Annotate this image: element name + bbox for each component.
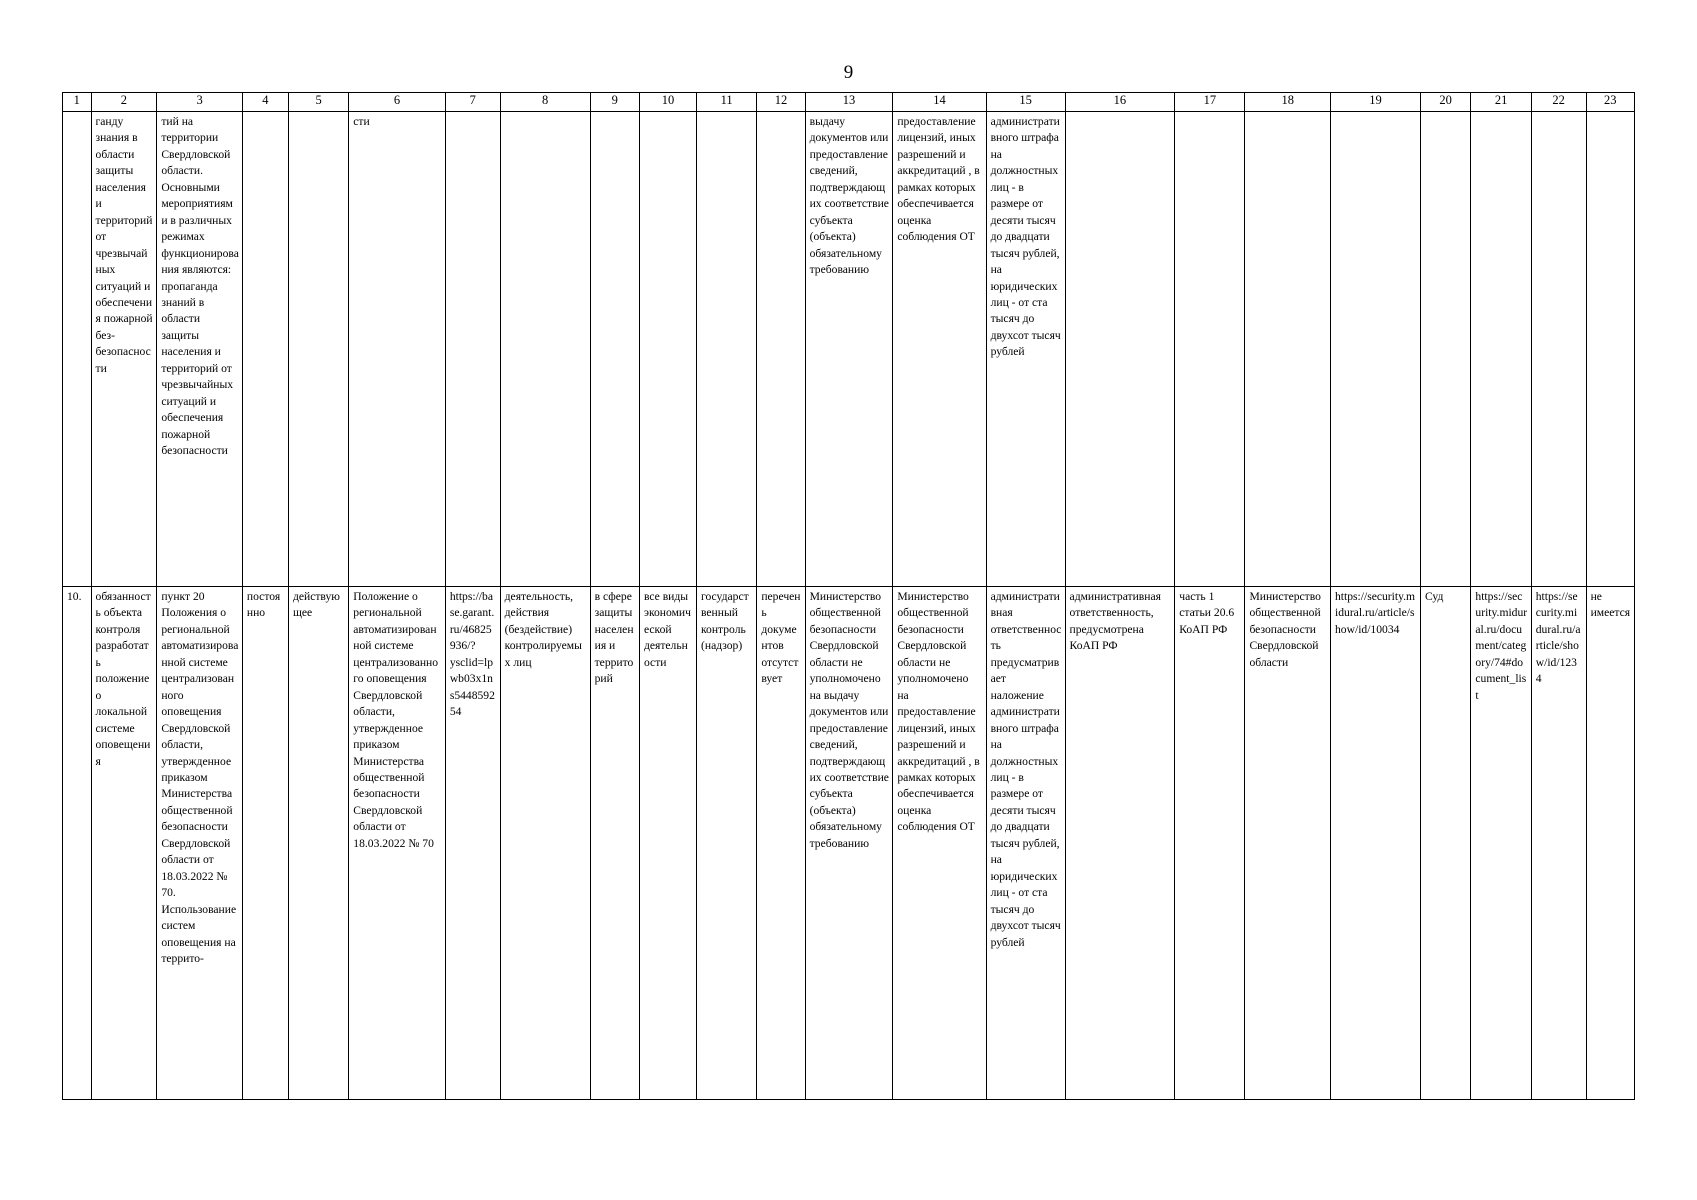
cell-col-1: 10. [62,586,92,1100]
col-header-15: 15 [985,92,1066,112]
cell-col-19 [1330,111,1421,587]
col-header-12: 12 [756,92,806,112]
cell-col-1 [62,111,92,587]
document-page: 9 1 2 3 4 5 6 7 8 9 10 11 12 13 14 15 16… [0,0,1697,1200]
regulatory-table-container: 1 2 3 4 5 6 7 8 9 10 11 12 13 14 15 16 1 [62,92,1636,1100]
table-header-row: 1 2 3 4 5 6 7 8 9 10 11 12 13 14 15 16 1 [62,92,1636,112]
table-row: ганду знания в области защиты населения … [62,111,1636,587]
col-header-9: 9 [589,92,640,112]
cell-col-5: действующее [287,586,350,1100]
cell-col-12 [756,111,806,587]
cell-col-14: предоставление лицензий, иных разрешений… [892,111,987,587]
col-header-4: 4 [241,92,289,112]
table-row: 10. обязанность объекта контроля разрабо… [62,586,1636,1100]
cell-col-3: пункт 20 Положения о региональной автома… [156,586,243,1100]
cell-col-10: все виды экономической деятельности [638,586,698,1100]
cell-col-19: https://security.midural.ru/article/show… [1330,586,1421,1100]
col-header-23: 23 [1585,92,1636,112]
cell-col-21: https://security.midural.ru/document/cat… [1470,586,1532,1100]
cell-col-4: постоянно [241,586,289,1100]
cell-col-9 [589,111,640,587]
cell-col-5 [287,111,350,587]
cell-col-23 [1585,111,1636,587]
col-header-6: 6 [348,92,446,112]
cell-col-6: Положение о региональной автоматизирован… [348,586,446,1100]
col-header-18: 18 [1244,92,1331,112]
col-header-17: 17 [1174,92,1246,112]
cell-col-13: Министерство общественной безопасности С… [804,586,894,1100]
cell-col-8 [499,111,591,587]
col-header-11: 11 [695,92,758,112]
col-header-13: 13 [804,92,894,112]
cell-col-22: https://security.midural.ru/article/show… [1530,586,1587,1100]
cell-col-14: Министерство общественной безопасности С… [892,586,987,1100]
col-header-2: 2 [90,92,158,112]
col-header-10: 10 [638,92,698,112]
col-header-1: 1 [62,92,92,112]
cell-col-4 [241,111,289,587]
cell-col-18 [1244,111,1331,587]
col-header-22: 22 [1530,92,1587,112]
cell-col-16: административная ответственность, предус… [1064,586,1176,1100]
cell-col-11 [695,111,758,587]
col-header-19: 19 [1330,92,1421,112]
page-number: 9 [843,62,854,83]
cell-col-7: https://base.garant.ru/46825936/?ysclid=… [444,586,501,1100]
col-header-7: 7 [444,92,501,112]
cell-col-12: перечень документов отсутствует [756,586,806,1100]
cell-col-17: часть 1 статьи 20.6 КоАП РФ [1174,586,1246,1100]
cell-col-23: не имеется [1585,586,1636,1100]
cell-col-10 [638,111,698,587]
cell-col-13: выдачу документов или предоставление све… [804,111,894,587]
cell-col-16 [1064,111,1176,587]
cell-col-2: ганду знания в области защиты населения … [90,111,158,587]
col-header-16: 16 [1064,92,1176,112]
cell-col-2: обязанность объекта контроля разработать… [90,586,158,1100]
cell-col-20 [1419,111,1472,587]
cell-col-9: в сфере защиты населения и территорий [589,586,640,1100]
col-header-8: 8 [499,92,591,112]
col-header-21: 21 [1470,92,1532,112]
cell-col-6: сти [348,111,446,587]
cell-col-8: деятельность, действия (бездействие) кон… [499,586,591,1100]
cell-col-21 [1470,111,1532,587]
col-header-14: 14 [892,92,987,112]
col-header-3: 3 [156,92,243,112]
cell-col-22 [1530,111,1587,587]
cell-col-20: Суд [1419,586,1472,1100]
cell-col-3: тий на территории Свердловской области. … [156,111,243,587]
col-header-5: 5 [287,92,350,112]
col-header-20: 20 [1419,92,1472,112]
cell-col-7 [444,111,501,587]
cell-col-18: Министерство общественной безопасности С… [1244,586,1331,1100]
cell-col-15: административная ответственность предусм… [985,586,1066,1100]
regulatory-table: 1 2 3 4 5 6 7 8 9 10 11 12 13 14 15 16 1 [62,92,1636,1100]
cell-col-17 [1174,111,1246,587]
cell-col-15: административного штрафа на должностных … [985,111,1066,587]
cell-col-11: государственный контроль (надзор) [695,586,758,1100]
